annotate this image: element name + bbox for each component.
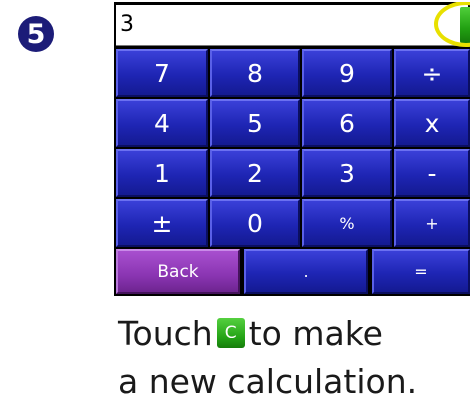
key-equals[interactable]: = [372, 249, 470, 294]
key-9[interactable]: 9 [302, 49, 392, 97]
key-6[interactable]: 6 [302, 99, 392, 147]
key-plus[interactable]: + [394, 199, 470, 247]
clear-c-icon: C [216, 317, 245, 348]
key-divide[interactable]: ÷ [394, 49, 470, 97]
key-0[interactable]: 0 [210, 199, 300, 247]
key-3[interactable]: 3 [302, 149, 392, 197]
display-value: 3 [120, 12, 134, 37]
caption-to-make: to make [248, 314, 383, 353]
key-7[interactable]: 7 [116, 49, 208, 97]
key-8[interactable]: 8 [210, 49, 300, 97]
calculator-display: 3 [116, 5, 468, 46]
key-multiply[interactable]: x [394, 99, 470, 147]
key-1[interactable]: 1 [116, 149, 208, 197]
key-percent[interactable]: % [302, 199, 392, 247]
key-4[interactable]: 4 [116, 99, 208, 147]
key-decimal[interactable]: . [244, 249, 368, 294]
step-number-badge: 5 [18, 16, 54, 52]
instruction-line-1: Touch Cto make [118, 314, 383, 354]
key-plus-minus[interactable]: ± [116, 199, 208, 247]
instruction-line-2: a new calculation. [118, 362, 418, 401]
caption-touch: Touch [118, 314, 213, 353]
back-button[interactable]: Back [116, 249, 240, 294]
key-5[interactable]: 5 [210, 99, 300, 147]
key-2[interactable]: 2 [210, 149, 300, 197]
key-minus[interactable]: - [394, 149, 470, 197]
calculator-panel: 3 7 8 9 ÷ 4 5 6 x 1 2 3 - ± 0 % + Back .… [114, 2, 470, 296]
